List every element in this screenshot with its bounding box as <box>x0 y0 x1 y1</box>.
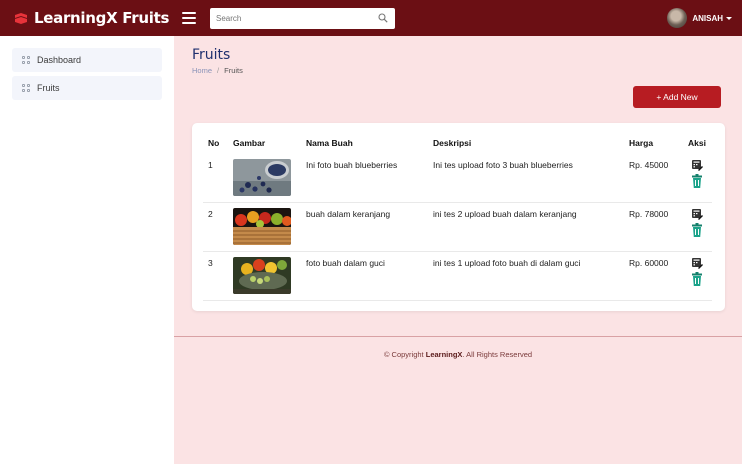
trash-icon[interactable] <box>691 272 703 286</box>
sidebar-item-fruits[interactable]: Fruits <box>12 76 162 100</box>
fruit-price: Rp. 45000 <box>629 160 669 170</box>
brand-title: LearningX Fruits <box>34 9 170 27</box>
fruit-image <box>233 159 291 196</box>
avatar <box>667 8 688 28</box>
row-number: 2 <box>208 209 213 219</box>
dashboard-grid-icon <box>22 56 30 64</box>
edit-icon[interactable] <box>691 159 703 171</box>
user-menu[interactable]: ANISAH <box>667 8 732 28</box>
fruit-image <box>233 257 291 294</box>
column-header-harga: Harga <box>629 138 654 148</box>
column-header-aksi: Aksi <box>688 138 706 148</box>
table-row: 3 foto buah dalam guci ini tes 1 upload … <box>203 252 712 301</box>
fruit-description: ini tes 2 upload buah dalam keranjang <box>433 209 577 219</box>
table-row: 1 Ini foto buah blueberries Ini tes uplo… <box>203 154 712 203</box>
row-number: 3 <box>208 258 213 268</box>
edit-icon[interactable] <box>691 208 703 220</box>
column-header-gambar: Gambar <box>233 138 266 148</box>
fruits-table-card: No Gambar Nama Buah Deskripsi Harga Aksi… <box>192 123 725 311</box>
top-navbar: LearningX Fruits ANISAH <box>0 0 742 36</box>
row-number: 1 <box>208 160 213 170</box>
hamburger-icon[interactable] <box>182 12 196 24</box>
sidebar-item-dashboard[interactable]: Dashboard <box>12 48 162 72</box>
footer: © Copyright LearningX. All Rights Reserv… <box>174 350 742 359</box>
fruit-description: ini tes 1 upload foto buah di dalam guci <box>433 258 581 268</box>
user-name: ANISAH <box>692 13 723 23</box>
fruit-price: Rp. 78000 <box>629 209 669 219</box>
footer-copyright-suffix: . All Rights Reserved <box>462 350 533 359</box>
footer-divider <box>174 336 742 337</box>
search-box <box>210 7 395 29</box>
column-header-deskripsi: Deskripsi <box>433 138 472 148</box>
chevron-down-icon <box>726 16 732 20</box>
footer-copyright-prefix: © Copyright <box>383 350 426 359</box>
search-icon[interactable] <box>378 12 388 23</box>
fruit-price: Rp. 60000 <box>629 258 669 268</box>
trash-icon[interactable] <box>691 223 703 237</box>
breadcrumb-separator: / <box>217 66 220 75</box>
dashboard-grid-icon <box>22 84 30 92</box>
sidebar: Dashboard Fruits <box>0 36 174 464</box>
fruit-name: buah dalam keranjang <box>306 209 391 219</box>
fruit-name: foto buah dalam guci <box>306 258 385 268</box>
fruit-description: Ini tes upload foto 3 buah blueberries <box>433 160 573 170</box>
brand[interactable]: LearningX Fruits <box>14 9 182 27</box>
brand-logo-icon <box>15 13 27 24</box>
breadcrumb-home[interactable]: Home <box>192 66 212 75</box>
sidebar-item-label: Dashboard <box>37 55 82 65</box>
page-title: Fruits <box>192 47 231 63</box>
trash-icon[interactable] <box>691 174 703 188</box>
fruit-name: Ini foto buah blueberries <box>306 160 398 170</box>
breadcrumb: Home / Fruits <box>192 66 243 75</box>
fruit-image <box>233 208 291 245</box>
breadcrumb-current: Fruits <box>224 66 243 75</box>
footer-brand: LearningX <box>425 350 463 359</box>
table-row: 2 buah dalam keranjang ini tes 2 upload … <box>203 203 712 252</box>
column-header-nama: Nama Buah <box>306 138 353 148</box>
edit-icon[interactable] <box>691 257 703 269</box>
search-input[interactable] <box>210 7 395 29</box>
add-new-button[interactable]: + Add New <box>633 86 721 108</box>
sidebar-item-label: Fruits <box>37 83 60 93</box>
column-header-no: No <box>208 138 220 148</box>
